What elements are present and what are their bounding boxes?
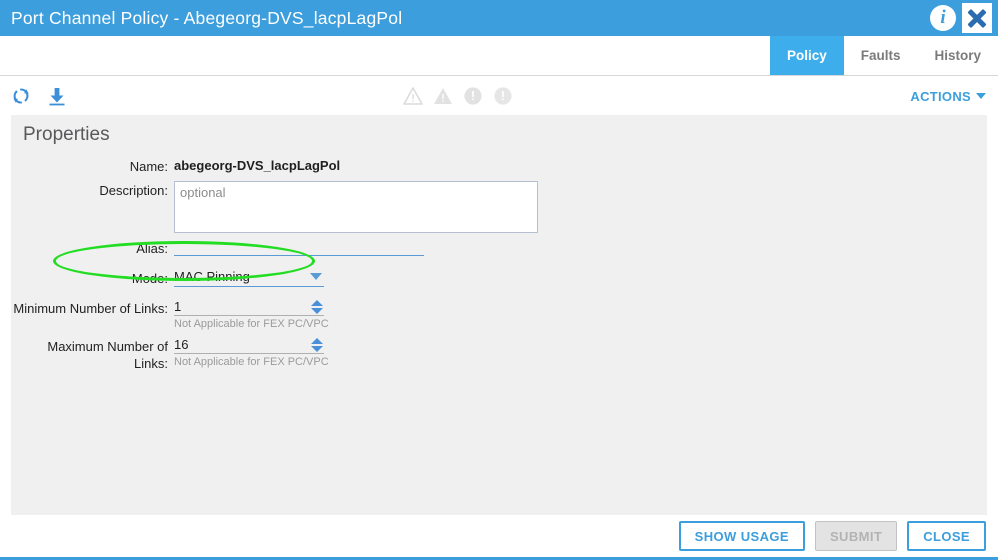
min-links-helper-text: Not Applicable for FEX PC/VPC — [174, 318, 329, 330]
min-links-input-row[interactable]: 1 — [174, 299, 324, 316]
properties-form: Name: abegeorg-DVS_lacpLagPol Descriptio… — [11, 157, 987, 372]
close-button[interactable]: CLOSE — [907, 521, 986, 551]
form-row-mode: Mode: MAC Pinning — [11, 269, 987, 287]
max-links-helper-text: Not Applicable for FEX PC/VPC — [174, 356, 329, 368]
status-icon-group — [402, 77, 514, 115]
show-usage-button[interactable]: SHOW USAGE — [678, 521, 805, 551]
min-links-label: Minimum Number of Links: — [13, 301, 168, 316]
max-links-input-row[interactable]: 16 — [174, 337, 324, 354]
mode-label: Mode: — [131, 271, 168, 286]
window-title: Port Channel Policy - Abegeorg-DVS_lacpL… — [11, 7, 403, 28]
description-label: Description: — [99, 183, 168, 198]
form-row-min-links: Minimum Number of Links: 1 Not Applicabl… — [11, 299, 987, 331]
max-links-stepper[interactable] — [311, 337, 324, 352]
refresh-icon[interactable] — [8, 83, 34, 109]
chevron-down-icon[interactable] — [311, 307, 323, 314]
min-links-value: 1 — [174, 299, 182, 314]
dialog-footer: SHOW USAGE SUBMIT CLOSE — [0, 515, 998, 560]
name-label: Name: — [129, 159, 168, 174]
min-links-field: 1 Not Applicable for FEX PC/VPC — [174, 299, 329, 331]
chevron-down-icon — [976, 93, 986, 99]
chevron-down-icon — [310, 273, 322, 280]
form-row-description: Description: optional — [11, 181, 987, 233]
mode-select[interactable]: MAC Pinning — [174, 269, 324, 287]
info-circle-filled-icon — [462, 85, 484, 107]
alias-input[interactable] — [174, 239, 424, 256]
max-links-field: 16 Not Applicable for FEX PC/VPC — [174, 337, 329, 369]
actions-label: ACTIONS — [910, 88, 971, 104]
window-titlebar: Port Channel Policy - Abegeorg-DVS_lacpL… — [0, 0, 998, 36]
form-row-max-links: Maximum Number of Links: 16 Not Applicab… — [11, 337, 987, 372]
chevron-down-icon[interactable] — [311, 345, 323, 352]
form-row-alias: Alias: — [11, 239, 987, 257]
chevron-up-icon[interactable] — [311, 337, 323, 344]
info-icon[interactable]: i — [930, 5, 956, 31]
form-row-name: Name: abegeorg-DVS_lacpLagPol — [11, 157, 987, 175]
actions-menu-button[interactable]: ACTIONS — [910, 89, 986, 104]
toolbar-left-group — [0, 83, 70, 109]
page-title: Properties — [23, 124, 110, 145]
download-icon[interactable] — [44, 83, 70, 109]
toolbar: ACTIONS — [0, 77, 998, 115]
mode-selected-value: MAC Pinning — [174, 269, 250, 284]
min-links-stepper[interactable] — [311, 299, 324, 314]
alias-label: Alias: — [136, 241, 168, 256]
properties-panel: Properties Name: abegeorg-DVS_lacpLagPol… — [11, 115, 987, 515]
chevron-up-icon[interactable] — [311, 299, 323, 306]
tab-history[interactable]: History — [917, 36, 998, 75]
tab-policy[interactable]: Policy — [769, 36, 844, 75]
info-circle-filled-icon-2 — [492, 85, 514, 107]
description-input[interactable]: optional — [174, 181, 538, 233]
name-value: abegeorg-DVS_lacpLagPol — [174, 158, 341, 173]
max-links-label: Maximum Number of Links: — [47, 339, 168, 371]
close-icon[interactable] — [962, 3, 992, 33]
warning-triangle-filled-icon — [432, 85, 454, 107]
tab-strip: Policy Faults History — [0, 36, 998, 76]
toolbar-right-group: ACTIONS — [910, 89, 998, 104]
tab-faults[interactable]: Faults — [844, 36, 918, 75]
submit-button: SUBMIT — [814, 521, 898, 551]
titlebar-actions: i — [930, 0, 998, 36]
warning-triangle-outline-icon — [402, 85, 424, 107]
max-links-value: 16 — [174, 337, 189, 352]
